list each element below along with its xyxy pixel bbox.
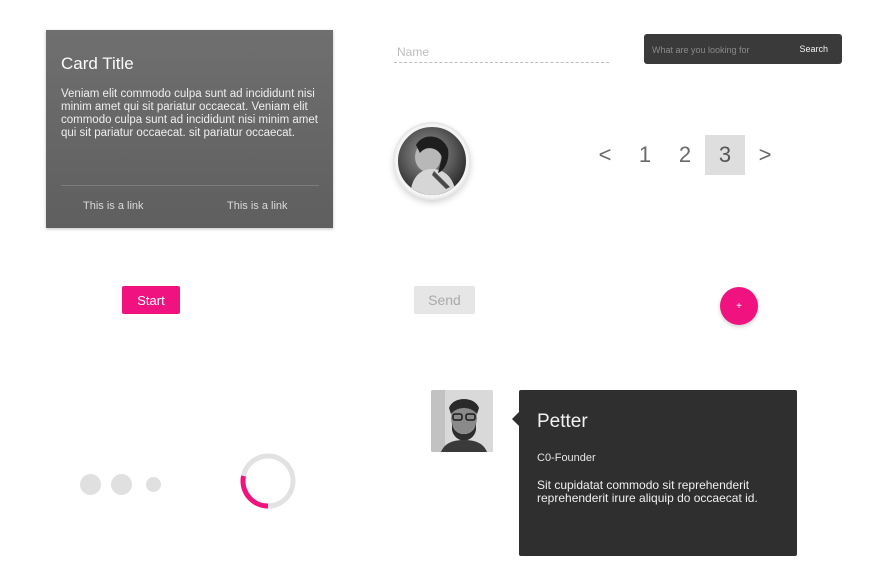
loading-dot-3 bbox=[146, 477, 161, 492]
spinner-arc bbox=[240, 475, 269, 509]
pagination-page-1[interactable]: 1 bbox=[625, 135, 665, 175]
loading-dot-1 bbox=[80, 474, 101, 495]
pagination-next[interactable]: > bbox=[745, 135, 785, 175]
pagination-prev[interactable]: < bbox=[585, 135, 625, 175]
name-input[interactable] bbox=[394, 41, 609, 63]
avatar-photo bbox=[410, 136, 456, 195]
profile-photo-image bbox=[431, 390, 493, 452]
search-button[interactable]: Search bbox=[791, 40, 836, 58]
search-input[interactable] bbox=[650, 40, 794, 60]
pagination: < 1 2 3 > bbox=[585, 135, 785, 175]
start-button[interactable]: Start bbox=[122, 286, 180, 314]
pagination-page-3[interactable]: 3 bbox=[705, 135, 745, 175]
pagination-page-2[interactable]: 2 bbox=[665, 135, 705, 175]
loading-spinner bbox=[240, 453, 296, 509]
avatar bbox=[395, 124, 469, 198]
card-link-2[interactable]: This is a link bbox=[227, 200, 288, 212]
card: Card Title Veniam elit commodo culpa sun… bbox=[46, 30, 333, 228]
profile-role: C0-Founder bbox=[537, 452, 596, 464]
card-divider bbox=[61, 185, 319, 186]
card-body-text: Veniam elit commodo culpa sunt ad incidi… bbox=[61, 88, 318, 139]
loading-dot-2 bbox=[111, 474, 132, 495]
profile-bio: Sit cupidatat commodo sit reprehenderit … bbox=[537, 478, 758, 505]
profile-card: Petter C0-Founder Sit cupidatat commodo … bbox=[512, 390, 797, 556]
add-fab-button[interactable]: + bbox=[720, 287, 758, 325]
card-title: Card Title bbox=[61, 54, 134, 73]
plus-icon: + bbox=[736, 300, 742, 312]
send-button[interactable]: Send bbox=[414, 286, 475, 314]
search-bar: Search bbox=[644, 34, 842, 64]
profile-name: Petter bbox=[537, 411, 588, 432]
profile-avatar bbox=[431, 390, 493, 452]
card-link-1[interactable]: This is a link bbox=[83, 200, 144, 212]
